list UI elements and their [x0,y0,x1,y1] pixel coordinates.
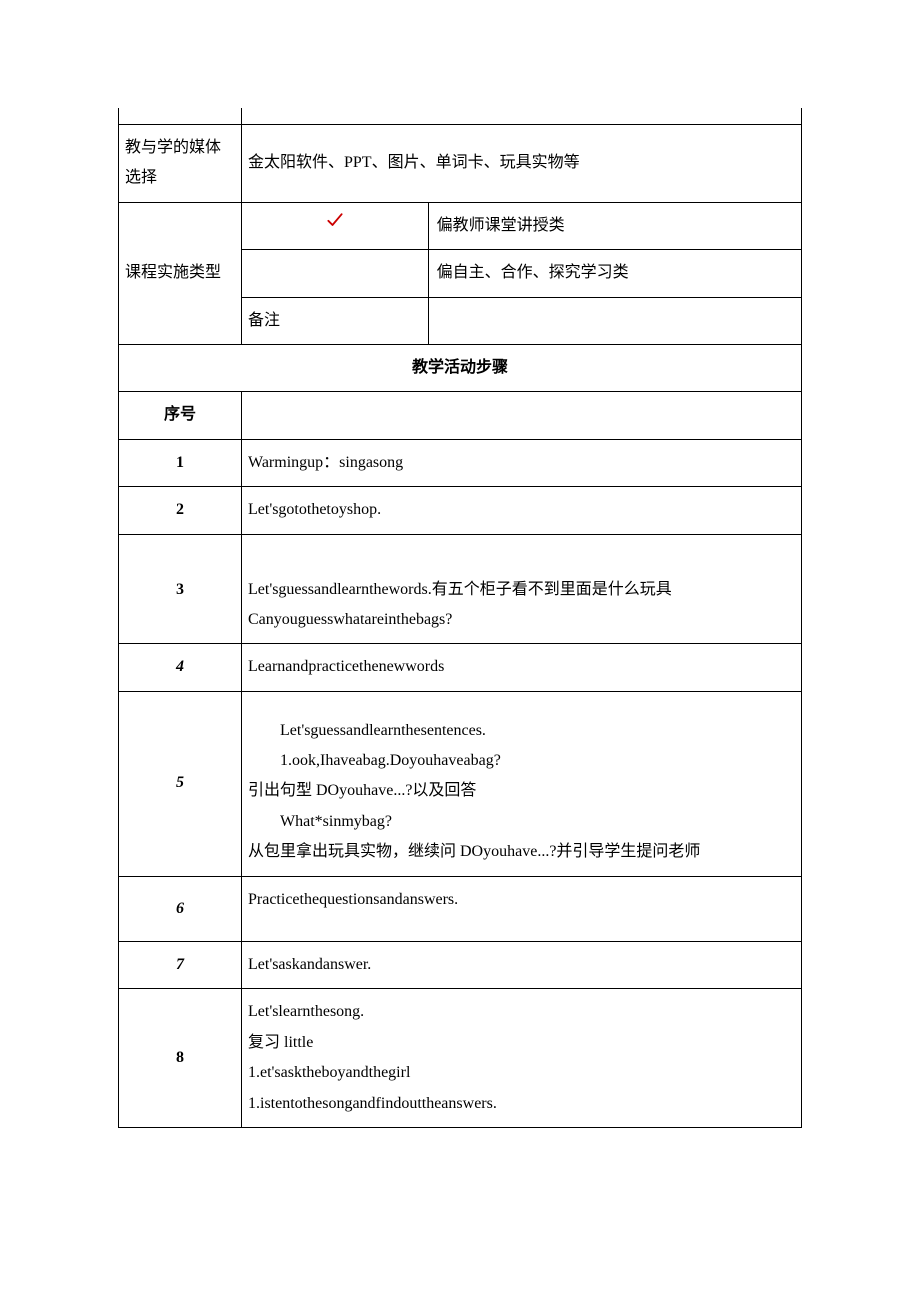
step-line: 从包里拿出玩具实物，继续问 DOyouhave...?并引导学生提问老师 [248,837,795,867]
impl-type-2: 偏自主、合作、探究学习类 [428,250,801,297]
step-seq: 7 [119,942,242,989]
table-row: 序号 [119,392,802,439]
step-content: Warmingup：singasong [242,439,802,486]
impl-check-2 [242,250,429,297]
table-row: 课程实施类型 偏教师课堂讲授类 [119,202,802,249]
step-line: 复习 little [248,1028,795,1058]
impl-type-1: 偏教师课堂讲授类 [428,202,801,249]
table-row [119,108,802,125]
step-content: Let'saskandanswer. [242,942,802,989]
step-seq: 5 [119,691,242,876]
step-seq: 2 [119,487,242,534]
step-seq: 4 [119,644,242,691]
table-row: 8 Let'slearnthesong. 复习 little 1.et'sask… [119,989,802,1128]
remark-label: 备注 [242,297,429,344]
step-seq: 1 [119,439,242,486]
table-row: 1 Warmingup：singasong [119,439,802,486]
empty-label-cell [119,108,242,125]
step-content: Let'sguessandlearnthewords.有五个柜子看不到里面是什么… [242,534,802,644]
table-row: 3 Let'sguessandlearnthewords.有五个柜子看不到里面是… [119,534,802,644]
seq-header: 序号 [119,392,242,439]
seq-header-content [242,392,802,439]
step-content: Let'sguessandlearnthesentences. 1.ook,Ih… [242,691,802,876]
document-page: 教与学的媒体选择 金太阳软件、PPT、图片、单词卡、玩具实物等 课程实施类型 偏… [0,0,920,1301]
step-seq: 6 [119,876,242,941]
step-line: Canyouguesswhatareinthebags? [248,605,795,635]
step-content: Let'sgotothetoyshop. [242,487,802,534]
step-line: 1.et'sasktheboyandthegirl [248,1058,795,1088]
step-line: Let'sguessandlearnthesentences. [248,716,795,746]
step-line: 引出句型 DOyouhave...?以及回答 [248,776,795,806]
table-row: 7 Let'saskandanswer. [119,942,802,989]
table-row: 教与学的媒体选择 金太阳软件、PPT、图片、单词卡、玩具实物等 [119,125,802,203]
media-content: 金太阳软件、PPT、图片、单词卡、玩具实物等 [242,125,802,203]
step-line: Let'sguessandlearnthewords.有五个柜子看不到里面是什么… [248,575,795,605]
impl-check-1 [242,202,429,249]
remark-content [428,297,801,344]
step-seq: 8 [119,989,242,1128]
table-row: 4 Learnandpracticethenewwords [119,644,802,691]
step-seq: 3 [119,534,242,644]
step-line: Let'slearnthesong. [248,997,795,1027]
step-line: 1.ook,Ihaveabag.Doyouhaveabag? [248,746,795,776]
impl-label: 课程实施类型 [119,202,242,344]
empty-content-cell [242,108,802,125]
table-row: 2 Let'sgotothetoyshop. [119,487,802,534]
step-content: Let'slearnthesong. 复习 little 1.et'saskth… [242,989,802,1128]
check-icon [325,210,345,230]
table-row: 教学活动步骤 [119,344,802,391]
lesson-plan-table: 教与学的媒体选择 金太阳软件、PPT、图片、单词卡、玩具实物等 课程实施类型 偏… [118,108,802,1128]
table-row: 6 Practicethequestionsandanswers. [119,876,802,941]
step-line: 1.istentothesongandfindouttheanswers. [248,1089,795,1119]
table-row: 5 Let'sguessandlearnthesentences. 1.ook,… [119,691,802,876]
step-content: Learnandpracticethenewwords [242,644,802,691]
step-line: What*sinmybag? [248,807,795,837]
steps-header: 教学活动步骤 [119,344,802,391]
step-content: Practicethequestionsandanswers. [242,876,802,941]
media-label: 教与学的媒体选择 [119,125,242,203]
